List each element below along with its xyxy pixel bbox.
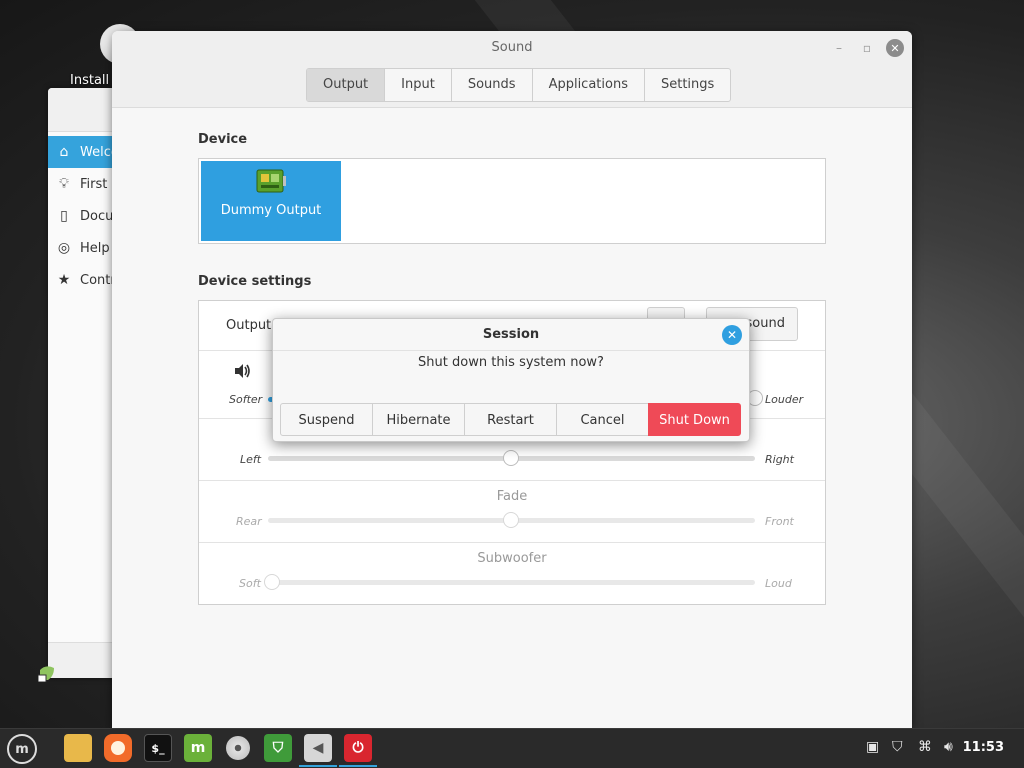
balance-knob[interactable] bbox=[503, 450, 519, 466]
device-name: Dummy Output bbox=[220, 203, 322, 218]
fade-slider bbox=[268, 512, 755, 528]
network-icon[interactable]: ⌘ bbox=[918, 739, 932, 755]
install-label[interactable]: Install bbox=[70, 73, 109, 88]
volume-min-label: Softer bbox=[229, 393, 263, 406]
restart-button[interactable]: Restart bbox=[464, 403, 557, 436]
shutdown-button[interactable]: Shut Down bbox=[648, 403, 741, 436]
subwoofer-knob bbox=[264, 574, 280, 590]
clipboard-icon[interactable]: ▣ bbox=[866, 739, 879, 755]
balance-right-label: Right bbox=[765, 453, 794, 466]
dialog-title: Session bbox=[482, 327, 540, 342]
window-title: Sound bbox=[491, 40, 533, 55]
fade-rear-label: Rear bbox=[236, 515, 262, 528]
clock[interactable]: 11:53 bbox=[963, 740, 1004, 755]
titlebar: Sound – ▫ ✕ Output Input Sounds Applicat… bbox=[112, 31, 912, 108]
home-icon: ⌂ bbox=[59, 144, 69, 160]
firefox-icon[interactable] bbox=[104, 734, 132, 762]
fade-knob bbox=[503, 512, 519, 528]
tab-output[interactable]: Output bbox=[307, 69, 385, 101]
maximize-button[interactable]: ▫ bbox=[858, 39, 876, 57]
shield-icon[interactable]: ⛉ bbox=[264, 734, 292, 762]
close-button[interactable]: ✕ bbox=[886, 39, 904, 57]
sound-card-icon bbox=[256, 169, 286, 193]
test-sound-label: sound bbox=[745, 316, 785, 331]
subwoofer-loud-label: Loud bbox=[765, 577, 792, 590]
power-icon[interactable]: ⏻ bbox=[344, 734, 372, 762]
subwoofer-soft-label: Soft bbox=[239, 577, 261, 590]
welcome-item-label: Docu bbox=[80, 208, 114, 224]
mintupdate-icon[interactable]: m bbox=[184, 734, 212, 762]
session-dialog: Session ✕ Shut down this system now? Sus… bbox=[272, 318, 750, 442]
welcome-item-label: Contr bbox=[80, 272, 116, 288]
dialog-separator bbox=[273, 350, 749, 351]
disc-icon[interactable] bbox=[224, 734, 252, 762]
folder-icon[interactable] bbox=[64, 734, 92, 762]
minimize-button[interactable]: – bbox=[830, 39, 848, 57]
tab-applications[interactable]: Applications bbox=[531, 69, 644, 101]
lifebuoy-icon: ◎ bbox=[57, 240, 71, 256]
subwoofer-title: Subwoofer bbox=[477, 551, 547, 566]
menu-icon[interactable]: m bbox=[7, 734, 37, 764]
tab-bar: Output Input Sounds Applications Setting… bbox=[306, 68, 732, 102]
hibernate-button[interactable]: Hibernate bbox=[372, 403, 465, 436]
fade-title: Fade bbox=[496, 489, 528, 504]
dialog-button-row: Suspend Hibernate Restart Cancel Shut Do… bbox=[280, 403, 741, 436]
volume-icon[interactable]: 🔊︎ bbox=[944, 739, 953, 755]
fade-row: Fade Rear Front bbox=[199, 481, 825, 543]
cancel-button[interactable]: Cancel bbox=[556, 403, 649, 436]
active-indicator bbox=[339, 765, 377, 767]
subwoofer-row: Subwoofer Soft Loud bbox=[199, 543, 825, 605]
device-list: Dummy Output bbox=[198, 158, 826, 244]
device-heading: Device bbox=[198, 132, 248, 147]
taskbar: m $_ m ⛉ ◀ ⏻ ▣ ⛉ ⌘ 🔊︎ 11:53 bbox=[0, 728, 1024, 768]
book-icon: ▯ bbox=[60, 208, 68, 224]
tab-input[interactable]: Input bbox=[384, 69, 451, 101]
update-shield-icon[interactable]: ⛉ bbox=[892, 739, 903, 755]
balance-slider[interactable] bbox=[268, 450, 755, 466]
welcome-item-label: Help bbox=[80, 240, 110, 256]
fade-front-label: Front bbox=[765, 515, 794, 528]
dialog-message: Shut down this system now? bbox=[418, 355, 604, 370]
volume-max-label: Louder bbox=[765, 393, 804, 406]
star-icon: ★ bbox=[57, 272, 71, 288]
sound-settings-icon[interactable]: ◀ bbox=[304, 734, 332, 762]
subwoofer-slider bbox=[264, 574, 755, 590]
dialog-close-button[interactable]: ✕ bbox=[722, 325, 742, 345]
tab-settings[interactable]: Settings bbox=[643, 69, 730, 101]
suspend-button[interactable]: Suspend bbox=[280, 403, 373, 436]
device-dummy-output[interactable]: Dummy Output bbox=[201, 161, 341, 241]
tab-sounds[interactable]: Sounds bbox=[450, 69, 532, 101]
balance-left-label: Left bbox=[240, 453, 262, 466]
active-indicator bbox=[299, 765, 337, 767]
output-label: Output bbox=[226, 318, 272, 333]
lightbulb-icon: 💡︎ bbox=[59, 176, 69, 192]
terminal-icon[interactable]: $_ bbox=[144, 734, 172, 762]
speaker-icon bbox=[235, 364, 250, 378]
device-settings-heading: Device settings bbox=[198, 274, 312, 289]
mint-leaf-icon bbox=[38, 666, 54, 682]
